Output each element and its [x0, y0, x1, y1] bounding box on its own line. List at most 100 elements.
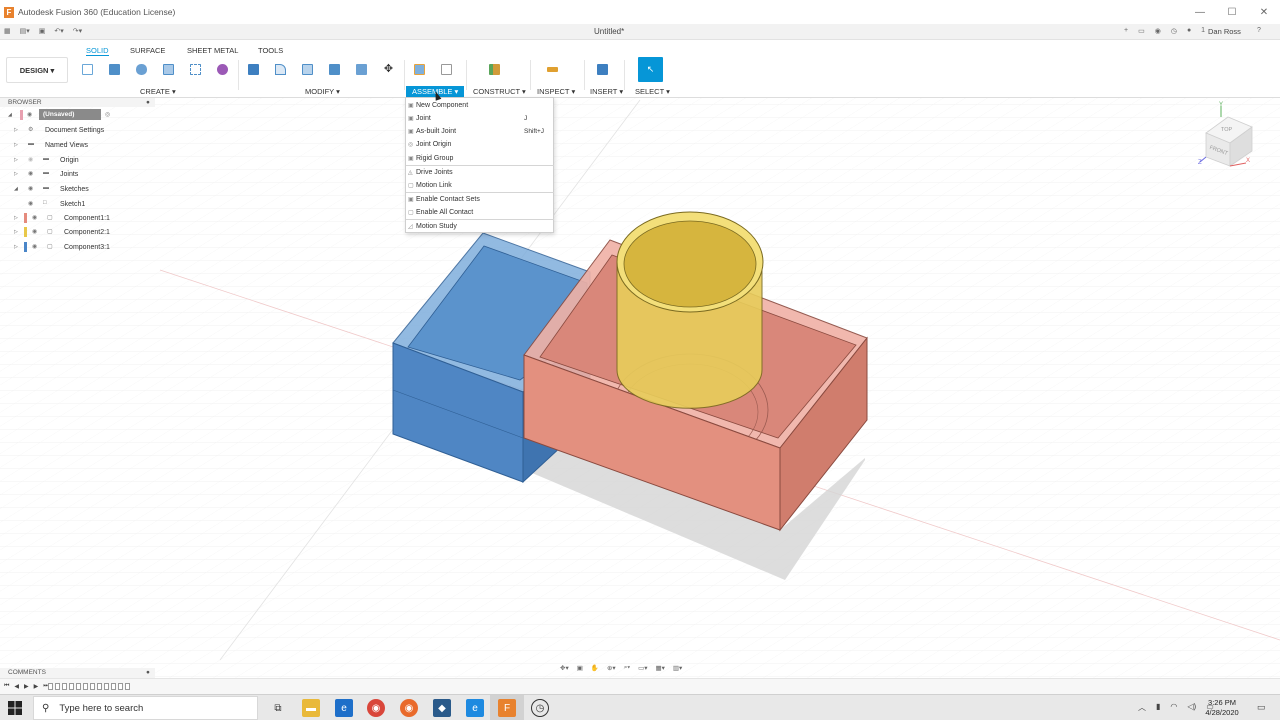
- menu-item-enable-all-contact[interactable]: ▢ Enable All Contact: [406, 206, 554, 219]
- joint-icon[interactable]: [441, 64, 452, 75]
- timeline-first-icon[interactable]: ⏮: [4, 683, 9, 690]
- tab-tools[interactable]: TOOLS: [258, 46, 283, 55]
- pattern-icon[interactable]: [190, 64, 201, 75]
- orbit-icon[interactable]: ✥▾: [560, 664, 569, 672]
- expand-joints-icon[interactable]: ▷: [14, 171, 18, 177]
- timeline-feature-icon[interactable]: [97, 683, 102, 690]
- taskbar-search-box[interactable]: ⚲ Type here to search: [33, 696, 258, 720]
- timeline-prev-icon[interactable]: ◀: [14, 683, 19, 690]
- visibility-sketches-icon[interactable]: ◉: [28, 185, 33, 192]
- firefox-icon[interactable]: ◉: [400, 699, 418, 717]
- menu-item-rigid-group[interactable]: ▣ Rigid Group: [406, 152, 554, 165]
- menu-item-new-component[interactable]: ▣ New Component: [406, 99, 554, 112]
- browser-item-sketches[interactable]: Sketches: [60, 182, 89, 196]
- menu-item-motion-link[interactable]: ▢ Motion Link: [406, 179, 554, 192]
- group-construct[interactable]: CONSTRUCT ▾: [473, 87, 526, 96]
- visibility-component3-icon[interactable]: ◉: [32, 243, 37, 250]
- workspace-switcher[interactable]: DESIGN ▾: [6, 57, 68, 83]
- move-icon[interactable]: ✥: [383, 64, 394, 75]
- timeline-feature-icon[interactable]: [76, 683, 81, 690]
- activate-root-icon[interactable]: ◎: [105, 111, 110, 118]
- undo-icon[interactable]: ↶▾: [54, 27, 63, 35]
- minimize-button[interactable]: —: [1184, 0, 1216, 24]
- extensions-icon[interactable]: ◉: [1155, 27, 1161, 35]
- tab-solid[interactable]: SOLID: [86, 46, 109, 56]
- visibility-component2-icon[interactable]: ◉: [32, 228, 37, 235]
- browser-item-document-settings[interactable]: Document Settings: [45, 123, 104, 137]
- expand-sketches-icon[interactable]: ◢: [14, 186, 18, 192]
- menu-item-enable-contact-sets[interactable]: ▣ Enable Contact Sets: [406, 193, 554, 206]
- revolve-icon[interactable]: [136, 64, 147, 75]
- volume-icon[interactable]: ◁): [1187, 702, 1196, 713]
- pan-icon[interactable]: ✋: [591, 664, 599, 672]
- select-tool-button[interactable]: ↖: [638, 57, 663, 82]
- close-button[interactable]: ✕: [1248, 0, 1280, 24]
- network-icon[interactable]: ◠: [1170, 702, 1177, 713]
- measure-icon[interactable]: [547, 67, 558, 72]
- browser-item-named-views[interactable]: Named Views: [45, 138, 88, 152]
- viewport-canvas[interactable]: TOP FRONT Y Z X: [0, 98, 1280, 678]
- timeline-feature-icon[interactable]: [118, 683, 123, 690]
- windows-start-icon[interactable]: [8, 701, 22, 715]
- form-icon[interactable]: [217, 64, 228, 75]
- expand-component1-icon[interactable]: ▷: [14, 215, 18, 221]
- hole-icon[interactable]: [163, 64, 174, 75]
- new-component-icon[interactable]: [414, 64, 425, 75]
- timeline-feature-icon[interactable]: [55, 683, 60, 690]
- tray-chevron-icon[interactable]: ︿: [1138, 702, 1146, 713]
- expand-document-settings-icon[interactable]: ▷: [14, 127, 18, 133]
- visibility-component1-icon[interactable]: ◉: [32, 214, 37, 221]
- expand-component3-icon[interactable]: ▷: [14, 244, 18, 250]
- notifications-icon[interactable]: ●: [1187, 27, 1191, 35]
- fillet-icon[interactable]: [275, 64, 286, 75]
- file-menu-icon[interactable]: ▤▾: [20, 27, 30, 35]
- group-modify[interactable]: MODIFY ▾: [305, 87, 340, 96]
- menu-item-as-built-joint[interactable]: ▣ As-built Joint Shift+J: [406, 125, 554, 138]
- task-view-icon[interactable]: ⧉: [269, 699, 287, 717]
- scale-icon[interactable]: [356, 64, 367, 75]
- browser-item-component3[interactable]: Component3:1: [64, 240, 110, 254]
- browser-collapse-icon[interactable]: ●: [146, 98, 150, 107]
- browser-item-component1[interactable]: Component1:1: [64, 211, 110, 225]
- grid-menu-icon[interactable]: ▦: [4, 27, 11, 35]
- timeline-feature-icon[interactable]: [69, 683, 74, 690]
- comments-add-icon[interactable]: ●: [146, 668, 150, 678]
- clock-app-icon[interactable]: ◷: [531, 699, 549, 717]
- timeline-play-icon[interactable]: ▶: [24, 683, 29, 690]
- help-icon[interactable]: ?: [1257, 27, 1261, 34]
- save-icon[interactable]: ▣: [39, 27, 46, 35]
- edge-icon[interactable]: e: [335, 699, 353, 717]
- new-sketch-icon[interactable]: [82, 64, 93, 75]
- browser-item-joints[interactable]: Joints: [60, 167, 78, 181]
- timeline-feature-icon[interactable]: [90, 683, 95, 690]
- new-tab-icon[interactable]: +: [1124, 27, 1128, 35]
- visibility-origin-icon[interactable]: ◉: [28, 156, 33, 163]
- history-icon[interactable]: ◷: [1171, 27, 1177, 35]
- microphone-icon[interactable]: ▮: [1156, 702, 1160, 713]
- ie-icon[interactable]: e: [466, 699, 484, 717]
- user-account[interactable]: Dan Ross: [1208, 27, 1241, 36]
- maximize-button[interactable]: ☐: [1216, 0, 1248, 24]
- redo-icon[interactable]: ↷▾: [73, 27, 82, 35]
- timeline-feature-icon[interactable]: [62, 683, 67, 690]
- timeline-feature-icon[interactable]: [48, 683, 53, 690]
- offset-plane-icon[interactable]: [489, 64, 500, 75]
- fit-icon[interactable]: ⌕▾: [624, 664, 630, 672]
- timeline-feature-icon[interactable]: [111, 683, 116, 690]
- menu-item-joint-origin[interactable]: ◎ Joint Origin: [406, 138, 554, 151]
- display-settings-icon[interactable]: ▭▾: [638, 664, 647, 672]
- menu-item-joint[interactable]: ▣ Joint J: [406, 112, 554, 125]
- app-diamond-icon[interactable]: ◆: [433, 699, 451, 717]
- expand-named-views-icon[interactable]: ▷: [14, 142, 18, 148]
- combine-icon[interactable]: [329, 64, 340, 75]
- extrude-icon[interactable]: [109, 64, 120, 75]
- visibility-sketch1-icon[interactable]: ◉: [28, 200, 33, 207]
- job-status-icon[interactable]: ▭: [1138, 27, 1145, 35]
- taskbar-clock[interactable]: 3:26 PM 4/28/2020: [1200, 698, 1244, 718]
- expand-root-icon[interactable]: ◢: [8, 112, 12, 118]
- timeline-feature-icon[interactable]: [104, 683, 109, 690]
- zoom-icon[interactable]: ⊕▾: [607, 664, 616, 672]
- look-at-icon[interactable]: ▣: [577, 664, 583, 672]
- group-select[interactable]: SELECT ▾: [635, 87, 670, 96]
- grid-settings-icon[interactable]: ▦▾: [655, 664, 664, 672]
